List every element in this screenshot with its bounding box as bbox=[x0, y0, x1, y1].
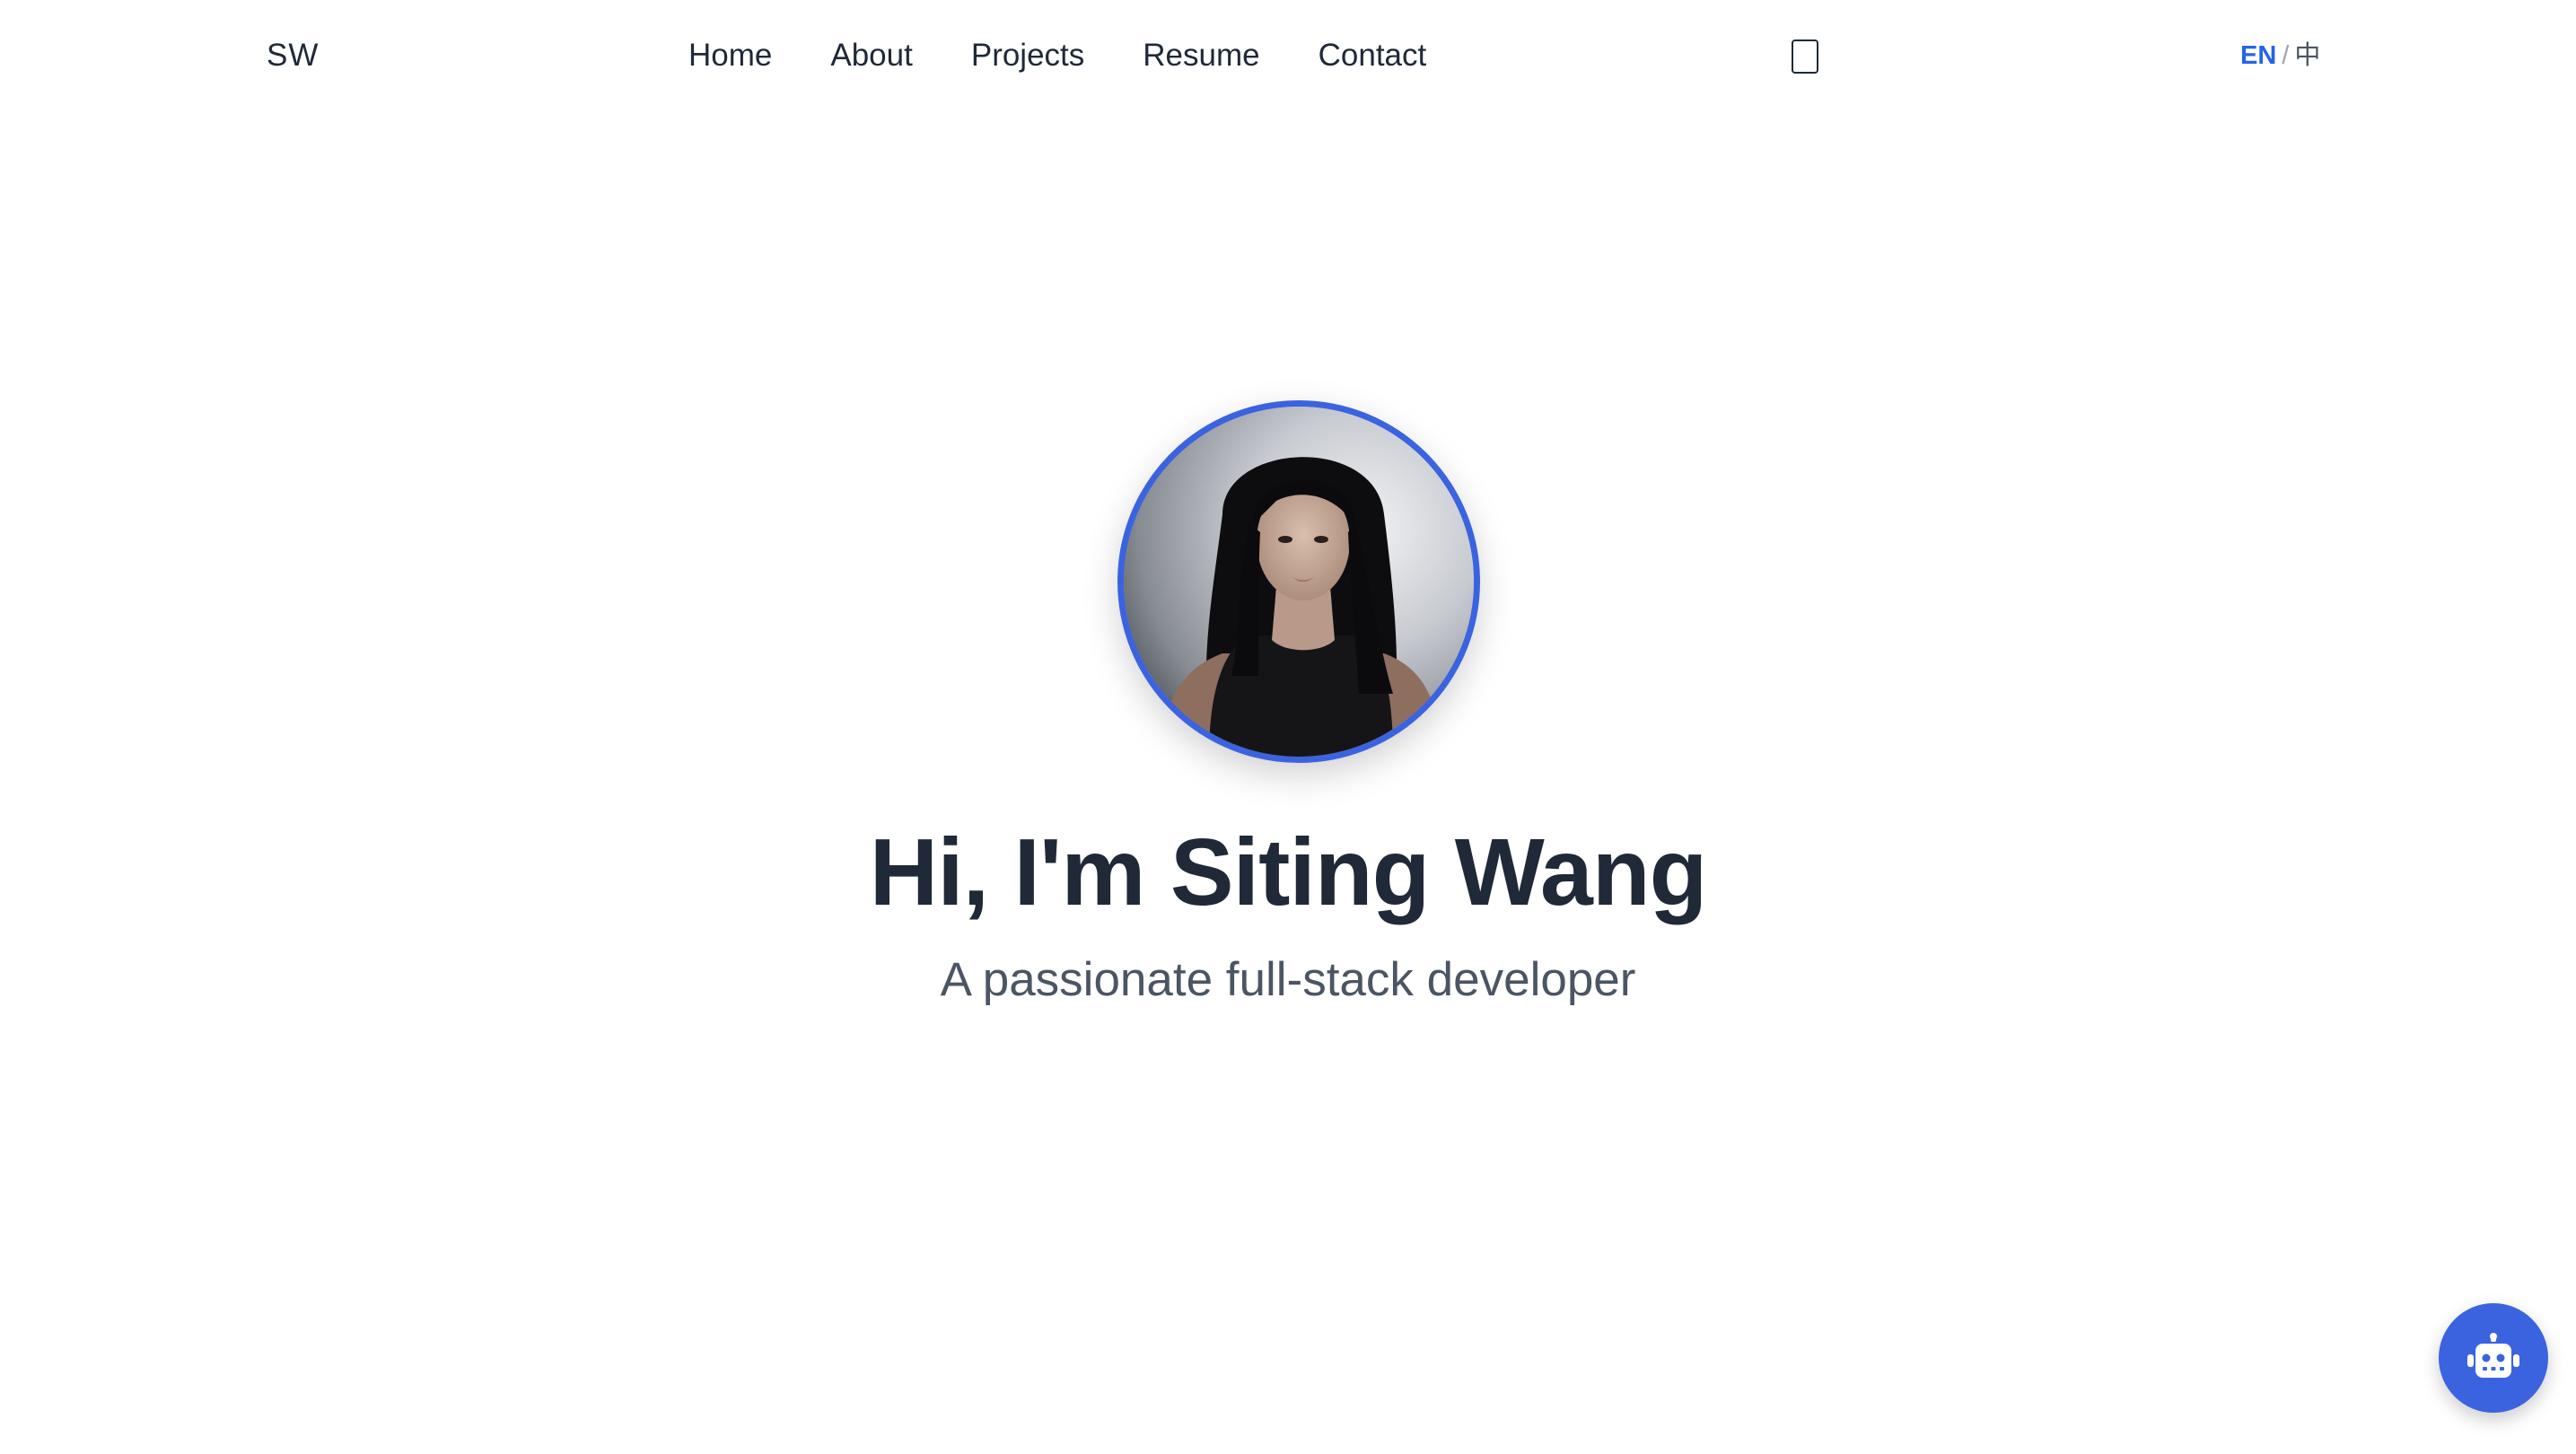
nav-link-home[interactable]: Home bbox=[688, 38, 772, 74]
language-zh-option[interactable]: 中 bbox=[2294, 41, 2320, 70]
hero-subtitle: A passionate full-stack developer bbox=[940, 953, 1636, 1006]
language-switcher: EN / 中 bbox=[2240, 39, 2320, 72]
hero-title: Hi, I'm Siting Wang bbox=[869, 819, 1708, 925]
nav-link-resume[interactable]: Resume bbox=[1143, 38, 1259, 74]
main-nav: Home About Projects Resume Contact bbox=[688, 38, 1426, 74]
page: SW Home About Projects Resume Contact EN… bbox=[0, 0, 2576, 1454]
profile-avatar bbox=[1117, 400, 1480, 763]
nav-link-projects[interactable]: Projects bbox=[971, 38, 1084, 74]
language-separator: / bbox=[2282, 41, 2290, 70]
language-en-option[interactable]: EN bbox=[2240, 41, 2276, 70]
theme-toggle-button[interactable] bbox=[1792, 39, 1818, 74]
site-logo[interactable]: SW bbox=[267, 38, 319, 74]
nav-link-about[interactable]: About bbox=[830, 38, 912, 74]
nav-link-contact[interactable]: Contact bbox=[1319, 38, 1427, 74]
profile-photo bbox=[1124, 407, 1474, 757]
chatbot-button[interactable] bbox=[2439, 1303, 2548, 1413]
moon-icon bbox=[1799, 48, 1808, 65]
robot-icon bbox=[2467, 1333, 2519, 1378]
site-header: SW Home About Projects Resume Contact EN… bbox=[0, 0, 2576, 113]
